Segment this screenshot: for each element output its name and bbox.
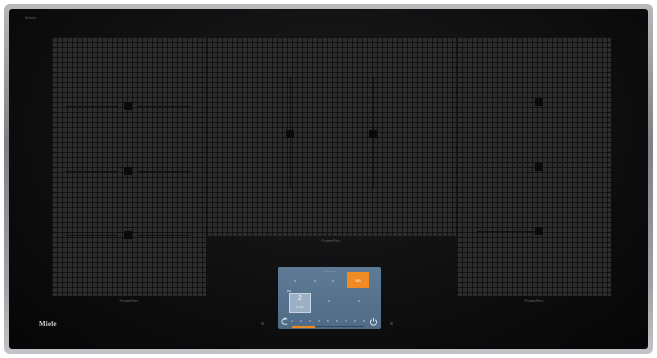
power-level-tick[interactable]: 6 <box>333 319 342 323</box>
zone-guide-line <box>66 235 118 236</box>
brand-logo: Miele <box>39 320 57 328</box>
zone-guide-line <box>138 106 190 107</box>
zone-center-mark <box>286 130 294 138</box>
zone-center-mark <box>535 227 543 235</box>
zone-center-mark <box>124 102 132 110</box>
zone-guide-line <box>477 102 537 103</box>
zone-middle-label: PowerFlex <box>321 238 341 243</box>
power-level-tick[interactable]: 5 <box>324 319 333 323</box>
cooking-zone-left[interactable] <box>52 37 206 296</box>
power-level-tick[interactable]: 3 <box>306 319 315 323</box>
power-level-tick[interactable]: 1 <box>288 319 297 323</box>
zone-indicator-dot[interactable] <box>328 300 330 302</box>
zone-indicator-dot[interactable] <box>358 300 360 302</box>
cooktop-glass: Miele PowerFlex PowerFlex PowerFlex Miel… <box>9 9 648 349</box>
power-level-tick[interactable]: 9 <box>360 319 369 323</box>
timer-value: 3 min <box>296 305 304 309</box>
sensor-dot-icon <box>261 322 264 325</box>
cooking-zone-right[interactable] <box>457 37 611 296</box>
zone-guide-line <box>547 167 597 168</box>
zone-guide-line <box>138 171 190 172</box>
slider-fill <box>292 326 316 328</box>
zone-center-mark <box>369 130 377 138</box>
zone-guide-line <box>477 167 537 168</box>
zone-center-mark <box>535 98 543 106</box>
power-level-tick[interactable]: 8 <box>351 319 360 323</box>
zone-left-label: PowerFlex <box>119 298 139 303</box>
zone-right-label: PowerFlex <box>524 298 544 303</box>
zone-indicator-dot[interactable] <box>314 280 316 282</box>
zone-center-mark <box>535 163 543 171</box>
zone-indicator-dot[interactable] <box>294 280 296 282</box>
zone-guide-line <box>138 235 190 236</box>
zone-indicator-dot[interactable] <box>332 280 334 282</box>
power-level-tick[interactable]: 2 <box>297 319 306 323</box>
touch-display[interactable]: — — — BR BR 2 3 min 123456789 <box>278 267 381 329</box>
cooking-zone-middle[interactable] <box>207 37 456 236</box>
corner-brand-label: Miele <box>25 15 37 20</box>
power-level-slider[interactable]: 123456789 <box>278 316 381 329</box>
power-level-tick[interactable]: 4 <box>315 319 324 323</box>
selected-zone-tile[interactable]: 2 3 min <box>289 293 311 313</box>
power-level-value: 2 <box>298 295 302 302</box>
zone-center-mark <box>124 167 132 175</box>
power-icon[interactable] <box>369 317 378 326</box>
booster-button[interactable]: BR <box>347 272 369 288</box>
zone-guide-line <box>477 231 537 232</box>
zone-guide-line <box>66 106 118 107</box>
zone-center-mark <box>124 231 132 239</box>
power-level-tick[interactable]: 7 <box>342 319 351 323</box>
zone-guide-line <box>66 171 118 172</box>
sensor-dot-icon <box>390 322 393 325</box>
